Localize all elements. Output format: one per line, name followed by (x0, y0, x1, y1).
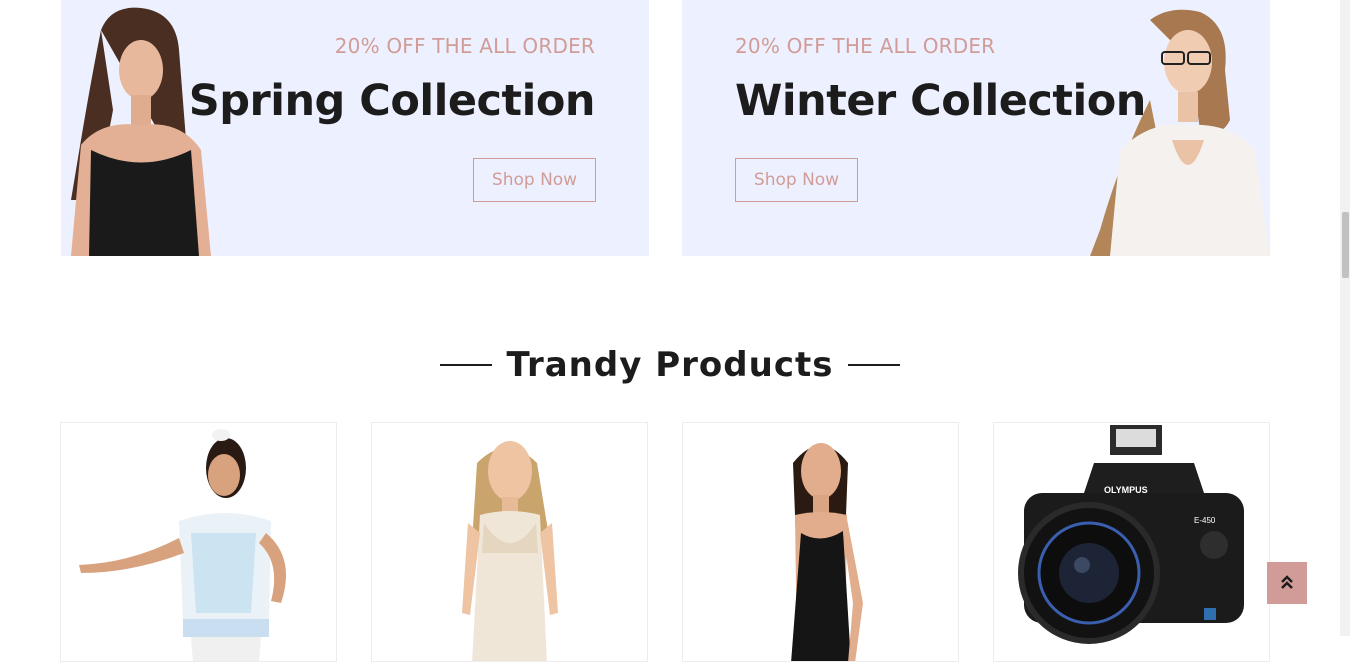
camera-brand-text: OLYMPUS (1104, 485, 1148, 495)
camera-model-text: E-450 (1194, 516, 1216, 525)
page-scrollbar[interactable] (1340, 0, 1350, 636)
olympus-camera-photo: OLYMPUS E-450 (1018, 425, 1244, 644)
woman-in-cream-dress-photo (462, 441, 558, 661)
scrollbar-thumb[interactable] (1342, 212, 1349, 278)
girl-in-white-top-photo (79, 429, 286, 661)
spring-collection-banner: 20% OFF THE ALL ORDER Spring Collection … (61, 0, 649, 256)
heading-line-right (847, 364, 900, 366)
winter-offer-text: 20% OFF THE ALL ORDER (735, 34, 996, 58)
winter-model-image (1090, 9, 1270, 256)
spring-offer-text: 20% OFF THE ALL ORDER (334, 34, 595, 58)
product-card[interactable] (682, 422, 959, 662)
winter-collection-banner: 20% OFF THE ALL ORDER Winter Collection … (682, 0, 1270, 256)
spring-model-image (71, 7, 211, 256)
product-card[interactable] (371, 422, 648, 662)
section-heading: Trandy Products (0, 342, 1340, 388)
spring-title: Spring Collection (188, 76, 596, 126)
product-card[interactable]: OLYMPUS E-450 (993, 422, 1270, 662)
double-chevron-up-icon (1281, 575, 1293, 589)
woman-in-black-dress-photo (791, 443, 863, 661)
back-to-top-button[interactable] (1267, 562, 1307, 604)
winter-shop-now-button[interactable]: Shop Now (735, 158, 858, 202)
trandy-products-title: Trandy Products (506, 345, 834, 385)
heading-line-left (440, 364, 493, 366)
spring-shop-now-button[interactable]: Shop Now (473, 158, 596, 202)
product-card[interactable] (60, 422, 337, 662)
winter-title: Winter Collection (735, 76, 1146, 126)
